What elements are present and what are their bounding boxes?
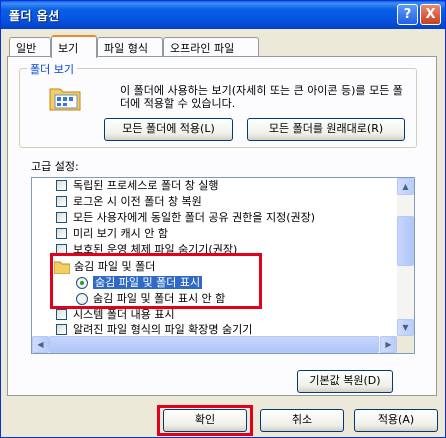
list-item-label: 시스템 폴더 내용 표시 [73,308,175,321]
list-item-label: 미리 보기 캐시 안 함 [73,227,168,240]
folder-options-icon [49,88,81,111]
list-item[interactable]: 시스템 폴더 내용 표시 [56,307,175,323]
folder-views-title: 폴더 보기 [27,61,77,77]
list-item[interactable]: 미리 보기 캐시 안 함 [56,226,168,242]
scroll-corner [397,336,414,353]
folder-views-description: 이 폴더에 사용하는 보기(자세히 또는 큰 아이콘 등)를 모든 폴더에 적용… [120,84,403,110]
list-item-label: 모든 사용자에게 동일한 폴더 공유 권한을 지정(권장) [73,211,316,224]
cancel-button[interactable]: 취소 [260,409,344,432]
apply-to-all-folders-button[interactable]: 모든 폴더에 적용(L) [104,118,233,141]
list-item[interactable]: 독립된 프로세스로 폴더 창 실행 [56,178,219,194]
reset-all-folders-button[interactable]: 모든 폴더를 원래대로(R) [247,118,405,141]
list-item-label: 로그온 시 이전 폴더 창 복원 [73,195,202,208]
tab-general[interactable]: 일반 [9,37,51,56]
list-item-label: 독립된 프로세스로 폴더 창 실행 [73,179,219,192]
scroll-left-icon[interactable]: ◀ [32,336,49,353]
checkbox[interactable] [56,196,67,207]
restore-defaults-button[interactable]: 기본값 복원(D) [297,370,393,393]
checkbox[interactable] [56,309,67,320]
tab-file-types[interactable]: 파일 형식 [97,37,163,56]
window-title: 폴더 옵션 [9,9,60,23]
list-item-label: 알려진 파일 형식의 파일 확장명 숨기기 [73,323,253,336]
help-button[interactable]: ? [397,4,418,25]
title-bar[interactable]: 폴더 옵션 ? X [1,1,445,29]
advanced-settings-label: 고급 설정: [31,160,79,173]
list-item[interactable]: 모든 사용자에게 동일한 폴더 공유 권한을 지정(권장) [56,210,315,226]
checkbox[interactable] [56,180,67,191]
vertical-scroll-thumb[interactable] [397,216,414,266]
scroll-up-icon[interactable]: ▲ [397,178,414,195]
apply-button[interactable]: 적용(A) [354,409,438,432]
highlight-box [50,253,262,309]
tab-offline-files[interactable]: 오프라인 파일 [163,37,259,56]
checkbox[interactable] [56,324,67,335]
horizontal-scroll-thumb[interactable] [49,336,379,353]
scroll-right-icon[interactable]: ▶ [380,336,397,353]
checkbox[interactable] [56,212,67,223]
ok-button[interactable]: 확인 [163,409,247,432]
checkbox[interactable] [56,228,67,239]
tab-view[interactable]: 보기 [51,35,97,58]
vertical-scrollbar[interactable]: ▲ ▼ [397,178,414,336]
scroll-down-icon[interactable]: ▼ [397,319,414,336]
folder-options-dialog: 폴더 옵션 ? X 일반 보기 파일 형식 오프라인 파일 폴더 보기 이 폴더… [0,0,446,438]
close-button[interactable]: X [420,4,441,25]
horizontal-scrollbar[interactable]: ◀ ▶ [32,336,397,353]
list-item[interactable]: 로그온 시 이전 폴더 창 복원 [56,194,202,210]
